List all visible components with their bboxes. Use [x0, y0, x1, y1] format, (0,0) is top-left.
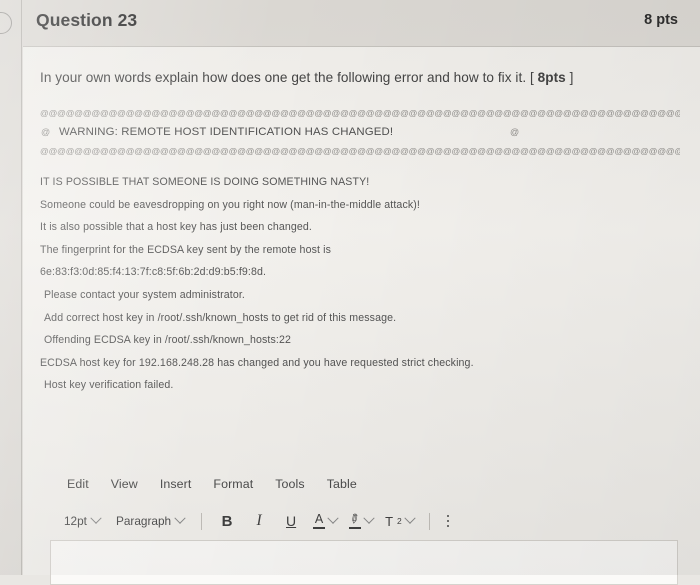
text-color-button[interactable]: A [307, 509, 343, 533]
bold-button[interactable]: B [211, 509, 243, 533]
warning-message: WARNING: REMOTE HOST IDENTIFICATION HAS … [59, 126, 394, 138]
block-format-value: Paragraph [115, 514, 172, 528]
points-badge: 8 pts [644, 12, 678, 28]
chevron-down-icon[interactable] [327, 512, 339, 524]
kebab-dot [446, 515, 450, 518]
editor-toolbar: 12pt Paragraph B I U A ✎ T 2 [56, 506, 457, 536]
answer-editor-area[interactable] [50, 540, 678, 585]
warning-at-right: @ [510, 127, 520, 137]
text-color-letter: A [314, 511, 324, 526]
toolbar-divider [428, 512, 430, 530]
block-format-select[interactable]: Paragraph [108, 511, 192, 531]
at-border-top: @@@@@@@@@@@@@@@@@@@@@@@@@@@@@@@@@@@@@@@@… [40, 108, 680, 118]
error-line: Someone could be eavesdropping on you ri… [40, 198, 420, 211]
more-options-icon[interactable] [439, 511, 457, 531]
toolbar-divider [201, 512, 203, 530]
kebab-dot [446, 519, 450, 523]
prompt-text: In your own words explain how does one g… [40, 70, 538, 85]
underline-button[interactable]: U [275, 509, 307, 533]
at-border-bottom: @@@@@@@@@@@@@@@@@@@@@@@@@@@@@@@@@@@@@@@@… [40, 146, 680, 156]
superscript-button[interactable]: T2 [379, 509, 420, 533]
superscript-letter: T [385, 513, 394, 529]
error-message-lines: IT IS POSSIBLE THAT SOMEONE IS DOING SOM… [40, 171, 680, 397]
error-line: ECDSA host key for 192.168.248.28 has ch… [40, 356, 474, 369]
question-header: Question 23 8 pts [23, 0, 700, 47]
error-line: Offending ECDSA key in /root/.ssh/known_… [44, 334, 291, 347]
chevron-down-icon [90, 512, 102, 524]
warning-at-left: @ [41, 127, 51, 137]
error-line: IT IS POSSIBLE THAT SOMEONE IS DOING SOM… [40, 176, 370, 188]
error-line: Please contact your system administrator… [44, 288, 245, 301]
error-line: The fingerprint for the ECDSA key sent b… [40, 243, 332, 256]
page-title: Question 23 [36, 10, 138, 30]
italic-button[interactable]: I [243, 509, 275, 533]
prompt-points: 8pts [537, 70, 566, 85]
menu-item-table[interactable]: Table [316, 474, 368, 494]
highlight-pen-icon: ✎ [346, 510, 364, 530]
highlight-color-button[interactable]: ✎ [343, 509, 379, 533]
chevron-down-icon [174, 512, 186, 524]
error-line: Add correct host key in /root/.ssh/known… [44, 311, 397, 324]
menu-item-edit[interactable]: Edit [56, 474, 100, 494]
menu-item-format[interactable]: Format [202, 474, 264, 494]
question-prompt: In your own words explain how does one g… [40, 70, 573, 85]
partial-rounded-icon [0, 12, 12, 34]
menu-item-tools[interactable]: Tools [264, 474, 315, 494]
error-banner: @@@@@@@@@@@@@@@@@@@@@@@@@@@@@@@@@@@@@@@@… [40, 106, 680, 158]
text-color-icon: A [313, 511, 326, 530]
text-color-bar [313, 526, 326, 530]
error-line-fingerprint: 6e:83:f3:0d:85:f4:13:7f:c8:5f:6b:2d:d9:b… [40, 266, 267, 279]
pen-glyph: ✎ [346, 510, 364, 528]
chevron-down-icon[interactable] [404, 512, 416, 524]
question-body: In your own words explain how does one g… [23, 48, 700, 585]
editor-menubar: Edit View Insert Format Tools Table [56, 474, 368, 494]
prompt-tail: ] [565, 70, 574, 85]
warning-row: @ WARNING: REMOTE HOST IDENTIFICATION HA… [40, 120, 680, 144]
superscript-exponent: 2 [397, 516, 402, 526]
kebab-dot [446, 524, 450, 527]
font-size-select[interactable]: 12pt [56, 511, 108, 531]
font-size-value: 12pt [64, 514, 87, 528]
chevron-down-icon[interactable] [363, 512, 375, 524]
question-card: Question 23 8 pts In your own words expl… [23, 0, 700, 585]
left-gutter [0, 0, 23, 575]
error-line: It is also possible that a host key has … [40, 221, 312, 234]
menu-item-insert[interactable]: Insert [149, 474, 203, 494]
menu-item-view[interactable]: View [100, 474, 149, 494]
error-line: Host key verification failed. [44, 379, 174, 392]
